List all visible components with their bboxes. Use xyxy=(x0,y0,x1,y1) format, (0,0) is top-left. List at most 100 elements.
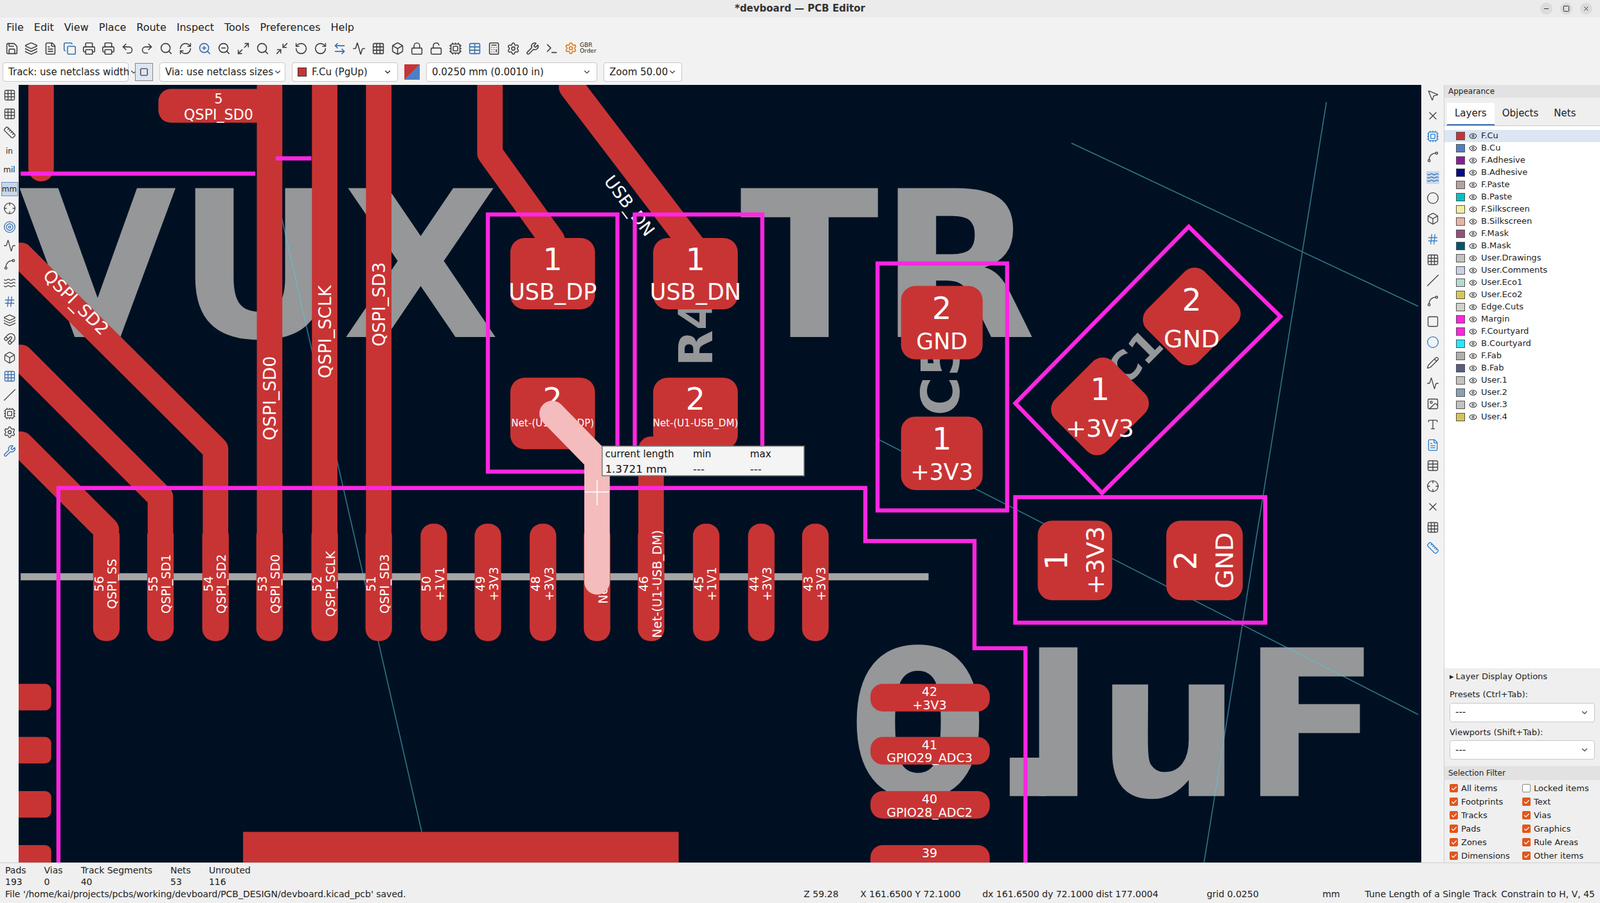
tool-icon[interactable] xyxy=(3,406,17,420)
visibility-icon[interactable] xyxy=(1468,168,1478,177)
layer-row[interactable]: B.Adhesive xyxy=(1444,166,1600,179)
visibility-icon[interactable] xyxy=(1468,180,1478,189)
tool-icon[interactable] xyxy=(1426,170,1440,184)
tool-icon[interactable] xyxy=(371,41,386,56)
pad[interactable]: 2GND xyxy=(1166,520,1243,600)
tool-icon[interactable] xyxy=(390,41,405,56)
u1-pin[interactable]: 54QSPI_SD2 xyxy=(201,523,230,641)
tool-icon[interactable] xyxy=(1426,212,1440,225)
visibility-icon[interactable] xyxy=(1468,400,1478,409)
tool-icon[interactable] xyxy=(3,369,17,383)
menu-item[interactable]: View xyxy=(60,19,93,36)
tool-icon[interactable] xyxy=(197,41,212,56)
tool-icon[interactable] xyxy=(1426,232,1440,246)
tool-icon[interactable] xyxy=(3,332,17,346)
tool-icon[interactable] xyxy=(1426,356,1440,369)
layer-row[interactable]: B.Fab xyxy=(1444,361,1600,375)
layer-row[interactable]: F.Mask xyxy=(1444,227,1600,240)
u1-pin[interactable]: 55QSPI_SD1 xyxy=(145,523,175,641)
tool-icon[interactable] xyxy=(1426,397,1440,411)
layer-row[interactable]: User.1 xyxy=(1444,374,1600,387)
tool-icon[interactable] xyxy=(410,41,424,56)
tool-icon[interactable] xyxy=(1426,273,1440,287)
tool-icon[interactable] xyxy=(352,41,366,56)
layer-color-swatch[interactable] xyxy=(1456,131,1466,141)
tool-icon[interactable] xyxy=(545,41,559,56)
tool-icon[interactable] xyxy=(313,41,328,56)
filter-checkbox[interactable]: Other items xyxy=(1522,849,1595,861)
visibility-icon[interactable] xyxy=(1468,266,1478,275)
viewports-dropdown[interactable]: --- xyxy=(1449,739,1595,760)
side-pin[interactable]: 40GPIO28_ADC2 xyxy=(870,790,990,820)
tool-icon[interactable] xyxy=(1426,109,1440,123)
tool-icon[interactable] xyxy=(1426,541,1440,555)
tool-icon[interactable] xyxy=(1426,479,1440,493)
visibility-icon[interactable] xyxy=(1468,412,1478,422)
visibility-icon[interactable] xyxy=(1468,217,1478,226)
filter-checkbox[interactable]: Graphics xyxy=(1522,822,1595,834)
unit-button[interactable]: in xyxy=(1,144,18,158)
layer-color-swatch[interactable] xyxy=(1456,253,1466,263)
layer-color-swatch[interactable] xyxy=(1456,351,1466,360)
unit-button[interactable]: mil xyxy=(1,163,18,177)
u1-pin[interactable]: 56QSPI_SS xyxy=(91,523,121,641)
visibility-icon[interactable] xyxy=(1468,351,1478,360)
menu-item[interactable]: Route xyxy=(132,19,170,36)
tool-icon[interactable] xyxy=(1426,150,1440,164)
tool-icon[interactable] xyxy=(294,41,308,56)
layer-row[interactable]: User.Drawings xyxy=(1444,251,1600,265)
tool-icon[interactable] xyxy=(1426,294,1440,308)
tool-icon[interactable] xyxy=(3,125,17,139)
tool-icon[interactable] xyxy=(178,41,193,56)
tool-icon[interactable] xyxy=(1426,88,1440,102)
tool-icon[interactable] xyxy=(429,41,443,56)
menu-item[interactable]: Tools xyxy=(220,19,254,36)
layer-row[interactable]: User.Eco1 xyxy=(1444,276,1600,289)
tool-icon[interactable] xyxy=(3,388,17,402)
edge-pin[interactable] xyxy=(18,736,52,764)
tool-icon[interactable] xyxy=(3,257,17,271)
layer-color-swatch[interactable] xyxy=(1456,376,1466,385)
filter-checkbox[interactable]: Dimensions xyxy=(1449,849,1523,861)
tool-icon[interactable] xyxy=(3,220,17,234)
tool-icon[interactable] xyxy=(275,41,289,56)
layer-color-swatch[interactable] xyxy=(1456,339,1466,348)
tool-icon[interactable] xyxy=(1426,500,1440,513)
layer-color-swatch[interactable] xyxy=(1456,302,1466,312)
pad[interactable]: 1+3V3 xyxy=(1045,351,1156,462)
pad[interactable]: 2Net-(U1-USB_DM) xyxy=(653,377,739,449)
tool-icon[interactable] xyxy=(1426,438,1440,452)
window-control[interactable] xyxy=(1580,2,1593,15)
tool-icon[interactable] xyxy=(3,88,17,102)
tool-icon[interactable] xyxy=(487,41,501,56)
layer-row[interactable]: F.Adhesive xyxy=(1444,154,1600,167)
layer-color-swatch[interactable] xyxy=(1456,278,1466,287)
layer-color-swatch[interactable] xyxy=(1456,241,1466,251)
menu-item[interactable]: Inspect xyxy=(172,19,218,36)
layer-row[interactable]: F.Courtyard xyxy=(1444,325,1600,338)
tool-icon[interactable] xyxy=(101,41,116,56)
pad[interactable]: 5QSPI_SD0 xyxy=(158,88,279,123)
tool-icon[interactable] xyxy=(3,295,17,308)
filter-checkbox[interactable]: Rule Areas xyxy=(1522,836,1595,848)
visibility-icon[interactable] xyxy=(1468,241,1478,251)
layer-dropdown[interactable]: F.Cu (PgUp) xyxy=(291,62,398,82)
visibility-icon[interactable] xyxy=(1468,156,1478,165)
tool-icon[interactable] xyxy=(3,313,17,327)
visibility-icon[interactable] xyxy=(1468,388,1478,397)
layer-color-swatch[interactable] xyxy=(1456,192,1466,202)
layer-color-swatch[interactable] xyxy=(1456,143,1466,153)
layer-color-swatch[interactable] xyxy=(1456,314,1466,324)
tool-icon[interactable] xyxy=(5,41,19,56)
layer-row[interactable]: User.Comments xyxy=(1444,264,1600,277)
layer-color-swatch[interactable] xyxy=(1456,363,1466,373)
filter-checkbox[interactable]: Tracks xyxy=(1449,809,1523,821)
tool-icon[interactable] xyxy=(3,239,17,252)
tool-icon[interactable] xyxy=(1426,253,1440,267)
layer-color-swatch[interactable] xyxy=(1456,180,1466,189)
pad[interactable]: 1USB_DP xyxy=(508,237,597,310)
side-pin[interactable]: 42+3V3 xyxy=(870,683,990,712)
pad[interactable]: 1USB_DN xyxy=(649,237,742,310)
edge-pin[interactable] xyxy=(18,844,52,863)
menu-item[interactable]: Preferences xyxy=(255,19,324,36)
